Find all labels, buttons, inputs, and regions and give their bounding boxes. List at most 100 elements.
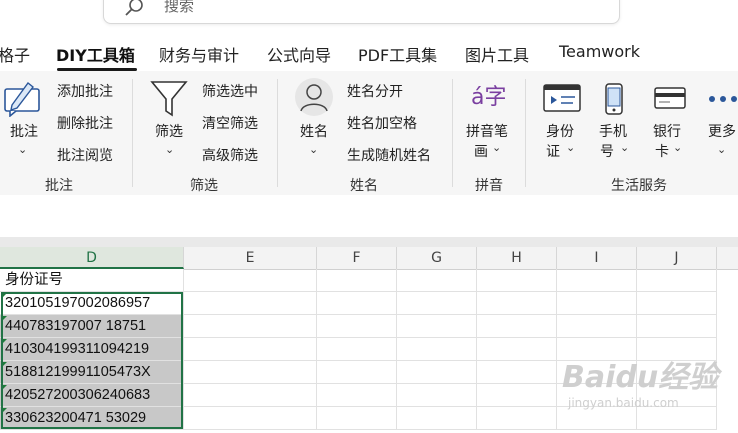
worksheet-grid[interactable]: 身份证号 320105197002086957 440783197007 187… xyxy=(0,269,738,433)
column-header-f[interactable]: F xyxy=(317,247,397,269)
clear-filter-button[interactable]: 清空筛选 xyxy=(202,113,258,133)
search-box[interactable]: 搜索 xyxy=(103,0,620,24)
grid-cell[interactable] xyxy=(637,315,717,338)
grid-cell[interactable] xyxy=(397,384,477,407)
grid-cell[interactable] xyxy=(477,407,557,430)
grid-cell[interactable] xyxy=(637,384,717,407)
id-card-button-label-2[interactable]: 证 xyxy=(546,141,560,161)
grid-cell[interactable] xyxy=(477,269,557,292)
pinyin-dropdown-icon[interactable]: ⌄ xyxy=(492,141,501,154)
phone-dropdown-icon[interactable]: ⌄ xyxy=(620,141,629,154)
grid-cell[interactable] xyxy=(557,338,637,361)
column-header-e[interactable]: E xyxy=(184,247,317,269)
grid-cell[interactable] xyxy=(317,407,397,430)
grid-cell[interactable] xyxy=(557,269,637,292)
grid-cell[interactable] xyxy=(477,315,557,338)
grid-cell[interactable] xyxy=(184,269,317,292)
grid-cell[interactable] xyxy=(317,361,397,384)
grid-cell[interactable] xyxy=(317,292,397,315)
column-header-k[interactable] xyxy=(717,247,738,269)
tab-gezi[interactable]: 格子 xyxy=(0,42,30,66)
id-number-cell[interactable]: 420527200306240683 xyxy=(0,384,184,407)
name-dropdown-icon[interactable]: ⌄ xyxy=(309,143,318,156)
grid-cell[interactable] xyxy=(637,407,717,430)
view-comments-button[interactable]: 批注阅览 xyxy=(57,145,113,165)
id-number-cell[interactable]: 330623200471 53029 xyxy=(0,407,184,430)
grid-cell[interactable] xyxy=(317,384,397,407)
grid-cell[interactable] xyxy=(184,407,317,430)
advanced-filter-button[interactable]: 高级筛选 xyxy=(202,145,258,165)
bank-card-button-label-2[interactable]: 卡 xyxy=(655,141,669,161)
grid-cell[interactable] xyxy=(477,292,557,315)
more-button-label[interactable]: 更多 xyxy=(708,121,736,141)
random-name-button[interactable]: 生成随机姓名 xyxy=(347,145,431,165)
column-header-d[interactable]: D xyxy=(0,247,184,269)
phone-button-label[interactable]: 手机 xyxy=(599,121,627,141)
grid-cell[interactable] xyxy=(397,338,477,361)
tab-finance-audit[interactable]: 财务与审计 xyxy=(159,42,239,66)
delete-comment-button[interactable]: 删除批注 xyxy=(57,113,113,133)
tab-pdf-tools[interactable]: PDF工具集 xyxy=(358,42,437,66)
grid-cell[interactable] xyxy=(397,315,477,338)
grid-cell[interactable] xyxy=(397,292,477,315)
grid-cell[interactable] xyxy=(557,361,637,384)
grid-cell[interactable] xyxy=(477,384,557,407)
grid-cell[interactable] xyxy=(184,315,317,338)
grid-cell[interactable] xyxy=(477,338,557,361)
id-card-dropdown-icon[interactable]: ⌄ xyxy=(566,141,575,154)
annotate-button-label[interactable]: 批注 xyxy=(10,121,38,141)
grid-cell[interactable] xyxy=(184,338,317,361)
grid-cell[interactable] xyxy=(557,407,637,430)
grid-cell[interactable] xyxy=(397,269,477,292)
grid-cell[interactable] xyxy=(184,292,317,315)
more-dropdown-icon[interactable]: ⌄ xyxy=(717,143,726,156)
column-header-h[interactable]: H xyxy=(477,247,557,269)
grid-cell[interactable] xyxy=(637,269,717,292)
grid-cell[interactable] xyxy=(317,315,397,338)
grid-cell[interactable] xyxy=(184,361,317,384)
filter-dropdown-icon[interactable]: ⌄ xyxy=(165,143,174,156)
pinyin-stroke-button-label[interactable]: 拼音笔 xyxy=(466,121,508,141)
column-header-g[interactable]: G xyxy=(397,247,477,269)
id-number-cell[interactable]: 410304199311094219 xyxy=(0,338,184,361)
error-indicator-icon xyxy=(1,339,7,345)
tab-image-tools[interactable]: 图片工具 xyxy=(465,42,529,66)
tab-teamwork[interactable]: Teamwork xyxy=(559,42,640,61)
grid-cell[interactable] xyxy=(557,315,637,338)
annotate-dropdown-icon[interactable]: ⌄ xyxy=(18,143,27,156)
grid-cell[interactable] xyxy=(557,292,637,315)
tab-diy-toolbox[interactable]: DIY工具箱 xyxy=(56,42,135,66)
add-comment-button[interactable]: 添加批注 xyxy=(57,81,113,101)
split-name-button[interactable]: 姓名分开 xyxy=(347,81,403,101)
grid-cell[interactable] xyxy=(397,361,477,384)
group-label-annotate: 批注 xyxy=(45,178,73,194)
id-number-cell[interactable]: 51881219991105473X xyxy=(0,361,184,384)
grid-cell[interactable] xyxy=(397,407,477,430)
name-add-space-button[interactable]: 姓名加空格 xyxy=(347,113,417,133)
error-indicator-icon xyxy=(1,385,7,391)
phone-button-label-2[interactable]: 号 xyxy=(600,141,614,161)
grid-cell[interactable] xyxy=(637,361,717,384)
grid-cell[interactable] xyxy=(184,384,317,407)
grid-cell[interactable] xyxy=(637,338,717,361)
id-number-cell[interactable]: 440783197007 18751 xyxy=(0,315,184,338)
bank-card-button-label[interactable]: 银行 xyxy=(653,121,681,141)
grid-cell[interactable] xyxy=(477,361,557,384)
cell-header-id[interactable]: 身份证号 xyxy=(0,269,184,292)
grid-cell[interactable] xyxy=(557,384,637,407)
column-header-j[interactable]: J xyxy=(637,247,717,269)
column-header-i[interactable]: I xyxy=(557,247,637,269)
grid-cell[interactable] xyxy=(637,292,717,315)
tab-formula-wizard[interactable]: 公式向导 xyxy=(267,42,331,66)
filter-selected-button[interactable]: 筛选选中 xyxy=(202,81,258,101)
formula-bar-area xyxy=(0,195,738,237)
filter-button-label[interactable]: 筛选 xyxy=(155,121,183,141)
name-button-label[interactable]: 姓名 xyxy=(300,121,328,141)
pinyin-stroke-button-label-2[interactable]: 画 xyxy=(474,141,488,161)
grid-cell[interactable] xyxy=(317,269,397,292)
grid-cell[interactable] xyxy=(317,338,397,361)
id-number-cell[interactable]: 320105197002086957 xyxy=(0,292,184,315)
id-card-icon xyxy=(543,84,581,112)
bank-card-dropdown-icon[interactable]: ⌄ xyxy=(673,141,682,154)
id-card-button-label[interactable]: 身份 xyxy=(546,121,574,141)
